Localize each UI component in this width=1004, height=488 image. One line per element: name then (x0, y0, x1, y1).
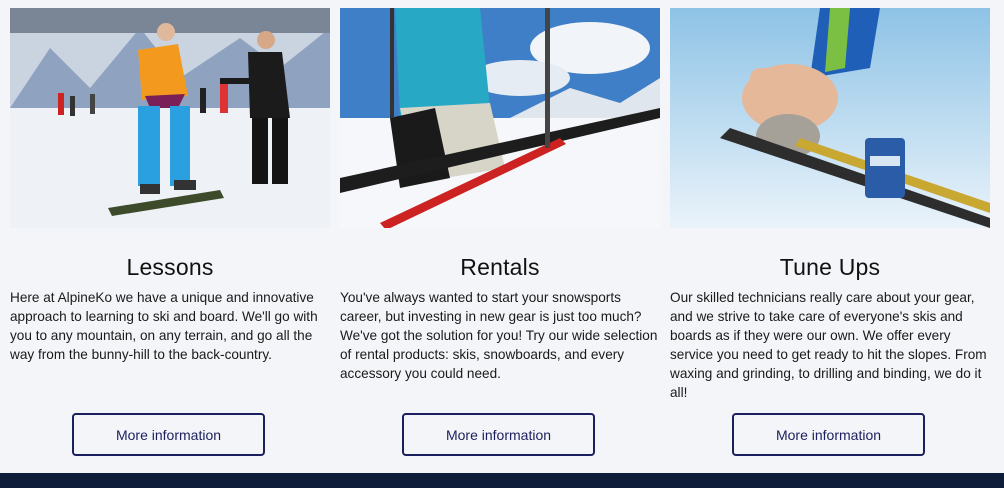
more-information-button[interactable]: More information (72, 413, 265, 456)
lessons-photo (10, 8, 330, 228)
card-description: Our skilled technicians really care abou… (670, 290, 987, 400)
rentals-photo (340, 8, 660, 228)
tune-ups-photo (670, 8, 990, 228)
service-card-tune-ups: Tune Ups Our skilled technicians really … (670, 8, 990, 464)
card-description: Here at AlpineKo we have a unique and in… (10, 290, 318, 362)
more-information-button[interactable]: More information (402, 413, 595, 456)
card-description: You've always wanted to start your snows… (340, 290, 658, 381)
card-title: Rentals (460, 254, 540, 280)
card-title: Tune Ups (779, 254, 881, 280)
card-title: Lessons (126, 254, 214, 280)
services-cards: Lessons Here at AlpineKo we have a uniqu… (10, 8, 990, 464)
more-information-button[interactable]: More information (732, 413, 925, 456)
footer-bar (0, 473, 1004, 488)
service-card-lessons: Lessons Here at AlpineKo we have a uniqu… (10, 8, 330, 464)
service-card-rentals: Rentals You've always wanted to start yo… (340, 8, 660, 464)
